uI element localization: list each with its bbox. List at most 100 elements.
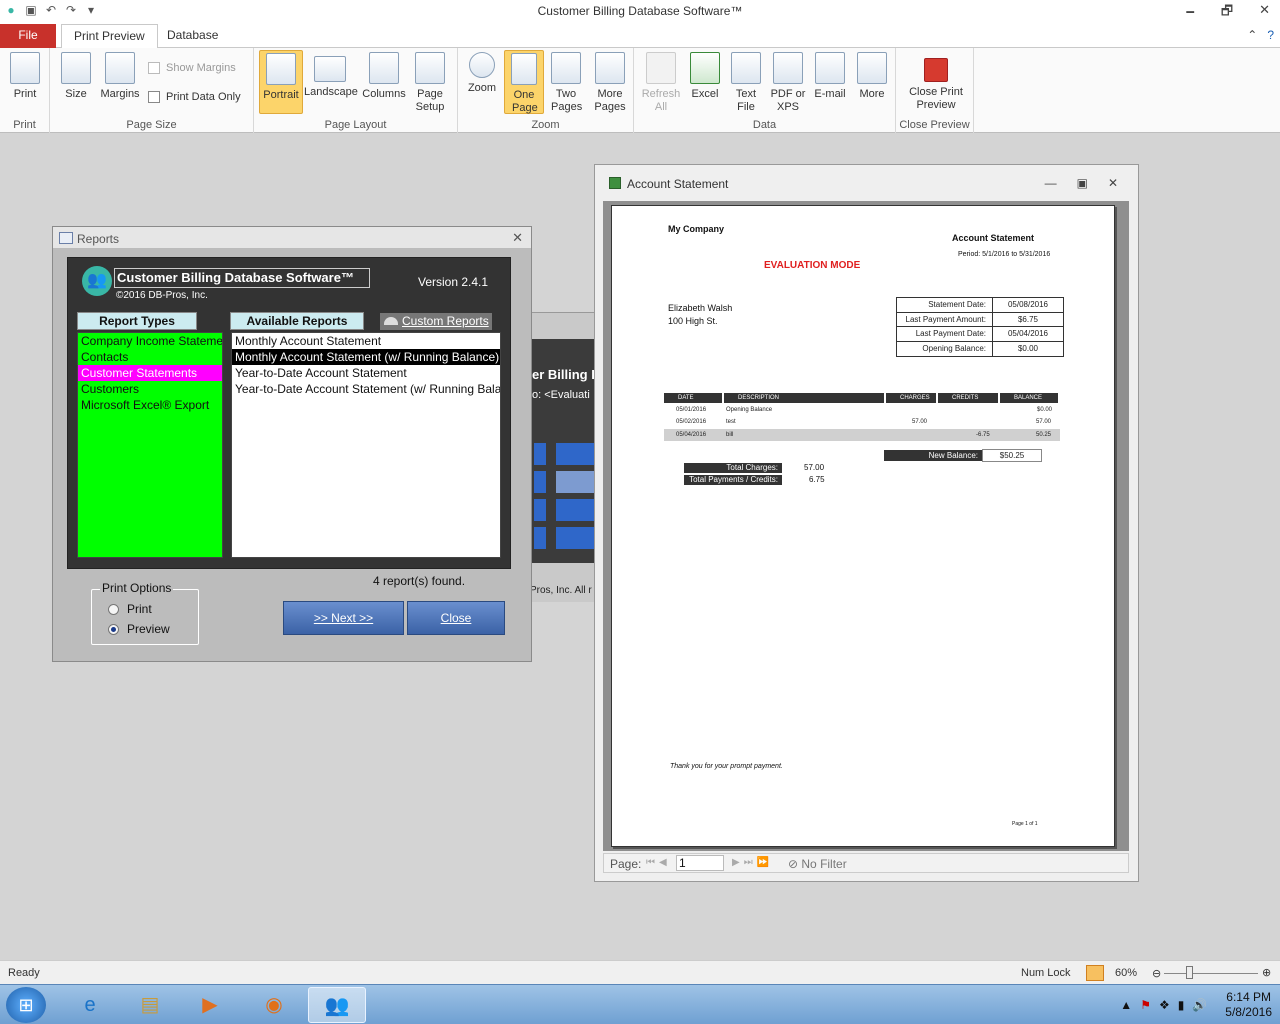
list-item[interactable]: Customers [78,381,222,397]
margins-button[interactable]: Margins [98,50,142,101]
volume-icon[interactable]: 🔊 [1192,998,1207,1012]
zoom-slider-thumb[interactable] [1186,966,1193,979]
no-filter-button[interactable]: ⊘ No Filter [788,857,847,871]
network-icon[interactable]: ▮ [1178,998,1185,1012]
list-item[interactable]: Monthly Account Statement [232,333,500,349]
internet-explorer-icon[interactable]: e [62,987,118,1023]
one-page-button[interactable]: One Page [504,50,544,114]
columns-icon [369,52,399,84]
ribbon-tabs: File Print Preview Database ⌃ ? [0,24,1280,49]
ribbon-collapse-icon[interactable]: ⌃ [1247,28,1257,42]
list-item[interactable]: Monthly Account Statement (w/ Running Ba… [232,349,500,365]
page-number-input[interactable]: 1 [676,855,724,871]
list-item[interactable]: Microsoft Excel® Export [78,397,222,413]
customer-address: 100 High St. [668,316,718,326]
minimize-button[interactable]: — [1045,176,1057,190]
file-explorer-icon[interactable]: ▤ [122,987,178,1023]
email-button[interactable]: E-mail [808,50,852,101]
zoom-slider[interactable] [1164,973,1258,974]
print-data-only-checkbox[interactable]: Print Data Only [148,91,241,103]
dropbox-icon[interactable]: ❖ [1159,998,1170,1012]
text-file-button[interactable]: Text File [724,50,768,114]
billing-app-taskbar-icon[interactable]: 👥 [308,987,366,1023]
action-center-icon[interactable]: ⚑ [1140,998,1151,1012]
next-last-page-icons[interactable]: ▶⏭⏩ [732,857,773,868]
num-lock-indicator: Num Lock [1021,967,1071,979]
tray-expand-icon[interactable]: ▲ [1120,998,1132,1012]
list-item[interactable]: Customer Statements [78,365,222,381]
status-text: Ready [8,967,40,979]
show-margins-checkbox[interactable]: Show Margins [148,62,236,74]
close-x-button[interactable]: ✕ [1108,176,1118,190]
print-button[interactable]: Print [3,50,47,101]
table-row: Last Payment Date: 05/04/2016 [897,327,1063,342]
evaluation-mode-label: EVALUATION MODE [764,260,861,271]
total-payments-value: 6.75 [809,475,825,484]
two-pages-button[interactable]: Two Pages [546,50,586,114]
preview-radio[interactable]: Preview [108,622,170,636]
start-button[interactable]: ⊞ [6,987,46,1023]
table-row: 05/01/2016 Opening Balance $0.00 [676,407,1053,413]
group-page-size: Size Margins Show Margins Print Data Onl… [50,48,254,133]
list-item[interactable]: Company Income Statement [78,333,222,349]
help-icon[interactable]: ? [1267,28,1274,42]
close-preview-icon [924,58,948,82]
tab-database[interactable]: Database [155,24,230,48]
file-tab[interactable]: File [0,24,56,48]
main-menu-button[interactable] [556,443,596,465]
tab-print-preview[interactable]: Print Preview [61,24,158,49]
available-reports-list[interactable]: Monthly Account Statement Monthly Accoun… [231,332,501,558]
restore-button[interactable]: 🗗 [1221,2,1233,24]
refresh-all-button[interactable]: Refresh All [639,50,683,114]
print-radio[interactable]: Print [108,602,152,616]
main-menu-button[interactable] [556,499,596,521]
close-print-preview-button[interactable]: Close Print Preview [904,50,968,112]
pdf-xps-button[interactable]: PDF or XPS [766,50,810,114]
app-name-label: Customer Billing Database Software™ [114,268,370,288]
first-prev-page-icons[interactable]: ⏮◀ [646,857,671,868]
one-page-icon [511,53,537,85]
statement-info-table: Statement Date: 05/08/2016 Last Payment A… [896,297,1064,357]
more-export-button[interactable]: More [850,50,894,101]
list-item[interactable]: Year-to-Date Account Statement (w/ Runni… [232,381,500,397]
minimize-button[interactable]: 🗕 [1186,2,1195,24]
report-types-list[interactable]: Company Income Statement Contacts Custom… [77,332,223,558]
zoom-out-icon[interactable]: ⊖ [1152,967,1161,980]
reports-close-x-button[interactable]: ✕ [512,230,523,246]
report-icon [59,232,73,244]
next-button[interactable]: >> Next >> [283,601,404,635]
custom-reports-button[interactable]: Custom Reports [380,313,492,330]
firefox-icon[interactable]: ◉ [246,987,302,1023]
clock[interactable]: 6:14 PM 5/8/2016 [1225,990,1272,1020]
media-player-icon[interactable]: ▶ [182,987,238,1023]
group-page-layout: Portrait Landscape Columns Page Setup Pa… [254,48,458,133]
list-item[interactable]: Year-to-Date Account Statement [232,365,500,381]
landscape-button[interactable]: Landscape [304,50,358,99]
copyright-label: ©2016 DB-Pros, Inc. [116,290,208,301]
size-button[interactable]: Size [54,50,98,101]
close-window-button[interactable]: ✕ [1259,2,1270,24]
columns-button[interactable]: Columns [362,50,406,101]
main-menu-button[interactable] [556,471,596,493]
zoom-button[interactable]: Zoom [460,50,504,95]
main-menu-button[interactable] [556,527,596,549]
page-setup-button[interactable]: Page Setup [408,50,452,114]
close-button[interactable]: Close [407,601,505,635]
more-pages-button[interactable]: More Pages [588,50,632,114]
two-pages-icon [551,52,581,84]
more-pages-icon [595,52,625,84]
zoom-level[interactable]: 60% [1115,967,1137,979]
list-item[interactable]: Contacts [78,349,222,365]
zoom-in-icon[interactable]: ⊕ [1262,966,1271,979]
available-reports-header: Available Reports [230,312,364,330]
total-charges-value: 57.00 [804,463,825,472]
main-app-window: er Billing D o: <Evaluati Pros, Inc. All… [530,312,601,602]
customer-name: Elizabeth Walsh [668,303,733,313]
portrait-button[interactable]: Portrait [259,50,303,114]
excel-export-button[interactable]: Excel [683,50,727,101]
portrait-icon [266,53,296,85]
print-preview-view-icon[interactable] [1086,965,1104,981]
period-label: Period: 5/1/2016 to 5/31/2016 [958,251,1051,258]
maximize-button[interactable]: ▣ [1077,176,1088,190]
statement-title: Account Statement [952,233,1035,243]
